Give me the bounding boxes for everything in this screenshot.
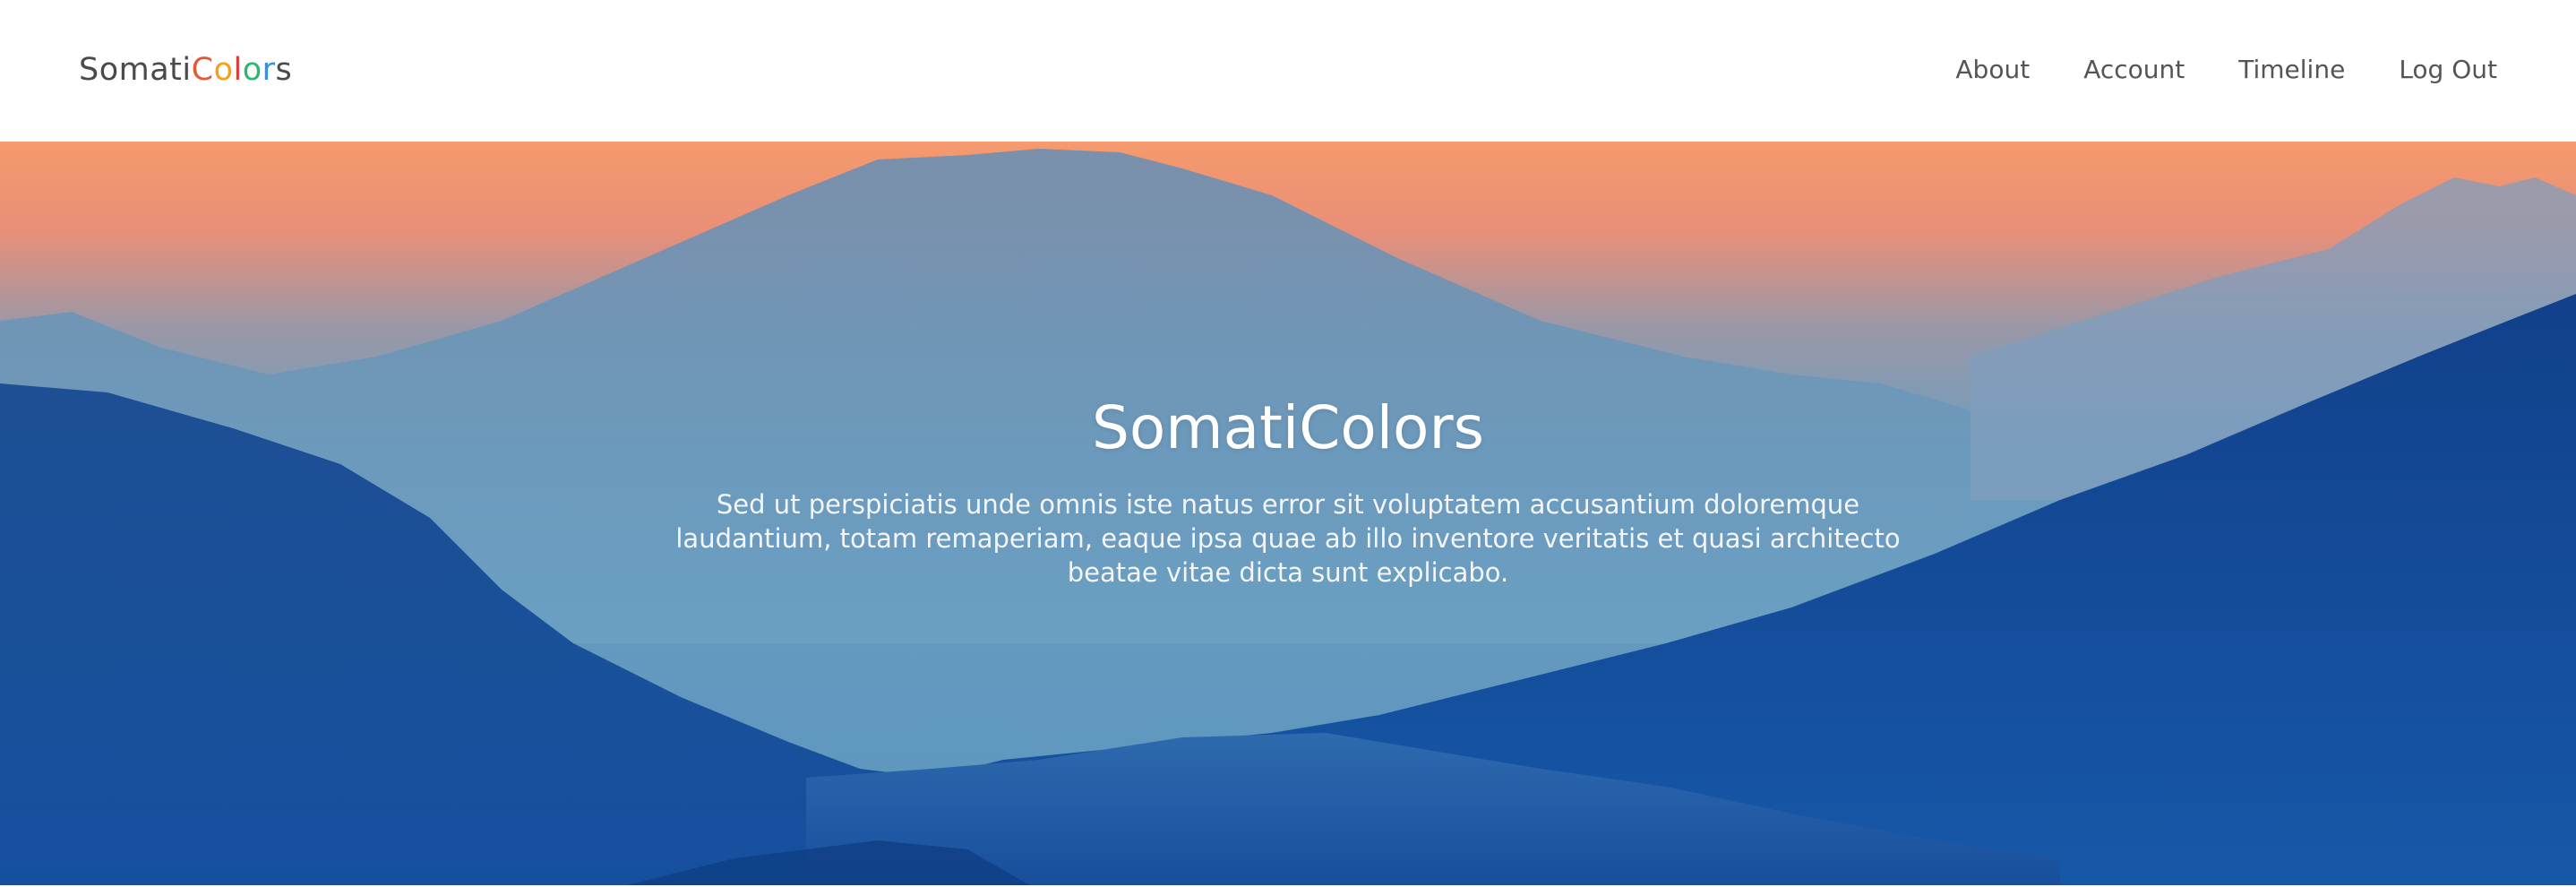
nav-about-link[interactable]: About xyxy=(1955,54,2030,86)
nav-timeline-link[interactable]: Timeline xyxy=(2238,54,2345,86)
hero-content: SomatiColors Sed ut perspiciatis unde om… xyxy=(0,392,2576,590)
nav-logout-link[interactable]: Log Out xyxy=(2399,54,2497,86)
main-nav: About Account Timeline Log Out xyxy=(1955,54,2497,86)
brand-part: r xyxy=(262,52,276,88)
brand-part: l xyxy=(233,52,243,88)
hero-description: Sed ut perspiciatis unde omnis iste natu… xyxy=(675,489,1901,588)
hero-title: SomatiColors xyxy=(1092,393,1484,462)
brand-part: o xyxy=(242,52,262,88)
brand-part: Somati xyxy=(79,52,192,88)
brand-part: o xyxy=(213,52,234,88)
top-navbar: SomatiColors About Account Timeline Log … xyxy=(0,0,2576,142)
nav-account-link[interactable]: Account xyxy=(2083,54,2185,86)
hero-banner: SomatiColors Sed ut perspiciatis unde om… xyxy=(0,142,2576,885)
brand-part: s xyxy=(275,52,293,88)
brand-part: C xyxy=(191,52,214,88)
brand-logo[interactable]: SomatiColors xyxy=(79,52,292,88)
